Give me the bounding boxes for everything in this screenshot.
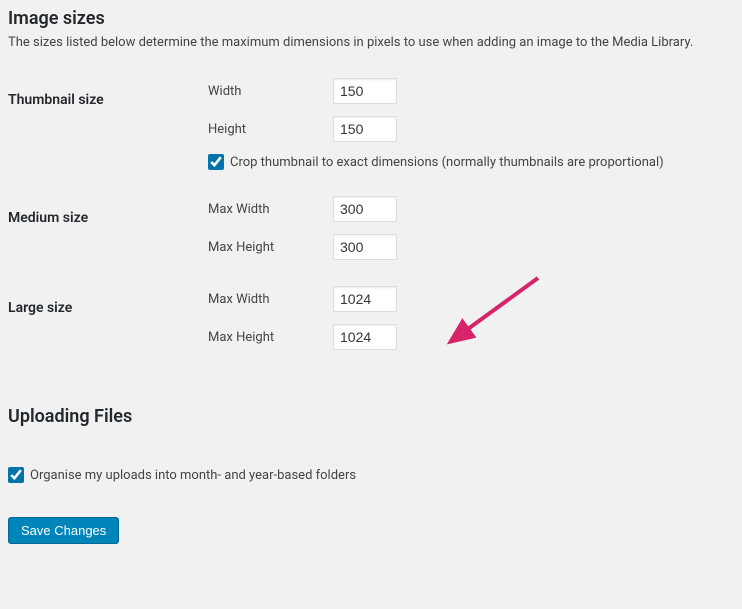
image-sizes-heading: Image sizes [8, 8, 734, 29]
large-size-group-label: Large size [8, 286, 208, 376]
image-sizes-description: The sizes listed below determine the max… [8, 35, 734, 50]
uploading-files-heading: Uploading Files [8, 406, 734, 427]
thumbnail-size-group-label: Thumbnail size [8, 78, 208, 196]
large-max-width-label: Max Width [208, 292, 333, 307]
medium-max-height-label: Max Height [208, 240, 333, 255]
medium-max-width-input[interactable] [333, 196, 397, 222]
large-max-height-label: Max Height [208, 330, 333, 345]
save-changes-button[interactable]: Save Changes [8, 517, 119, 544]
large-max-height-input[interactable] [333, 324, 397, 350]
thumbnail-crop-checkbox[interactable] [208, 154, 224, 170]
large-max-width-input[interactable] [333, 286, 397, 312]
organise-uploads-label: Organise my uploads into month- and year… [30, 468, 356, 483]
thumbnail-height-input[interactable] [333, 116, 397, 142]
thumbnail-crop-label: Crop thumbnail to exact dimensions (norm… [230, 155, 664, 170]
thumbnail-width-label: Width [208, 84, 333, 99]
medium-size-group-label: Medium size [8, 196, 208, 286]
thumbnail-width-input[interactable] [333, 78, 397, 104]
organise-uploads-checkbox[interactable] [8, 467, 24, 483]
thumbnail-height-label: Height [208, 122, 333, 137]
medium-max-width-label: Max Width [208, 202, 333, 217]
medium-max-height-input[interactable] [333, 234, 397, 260]
